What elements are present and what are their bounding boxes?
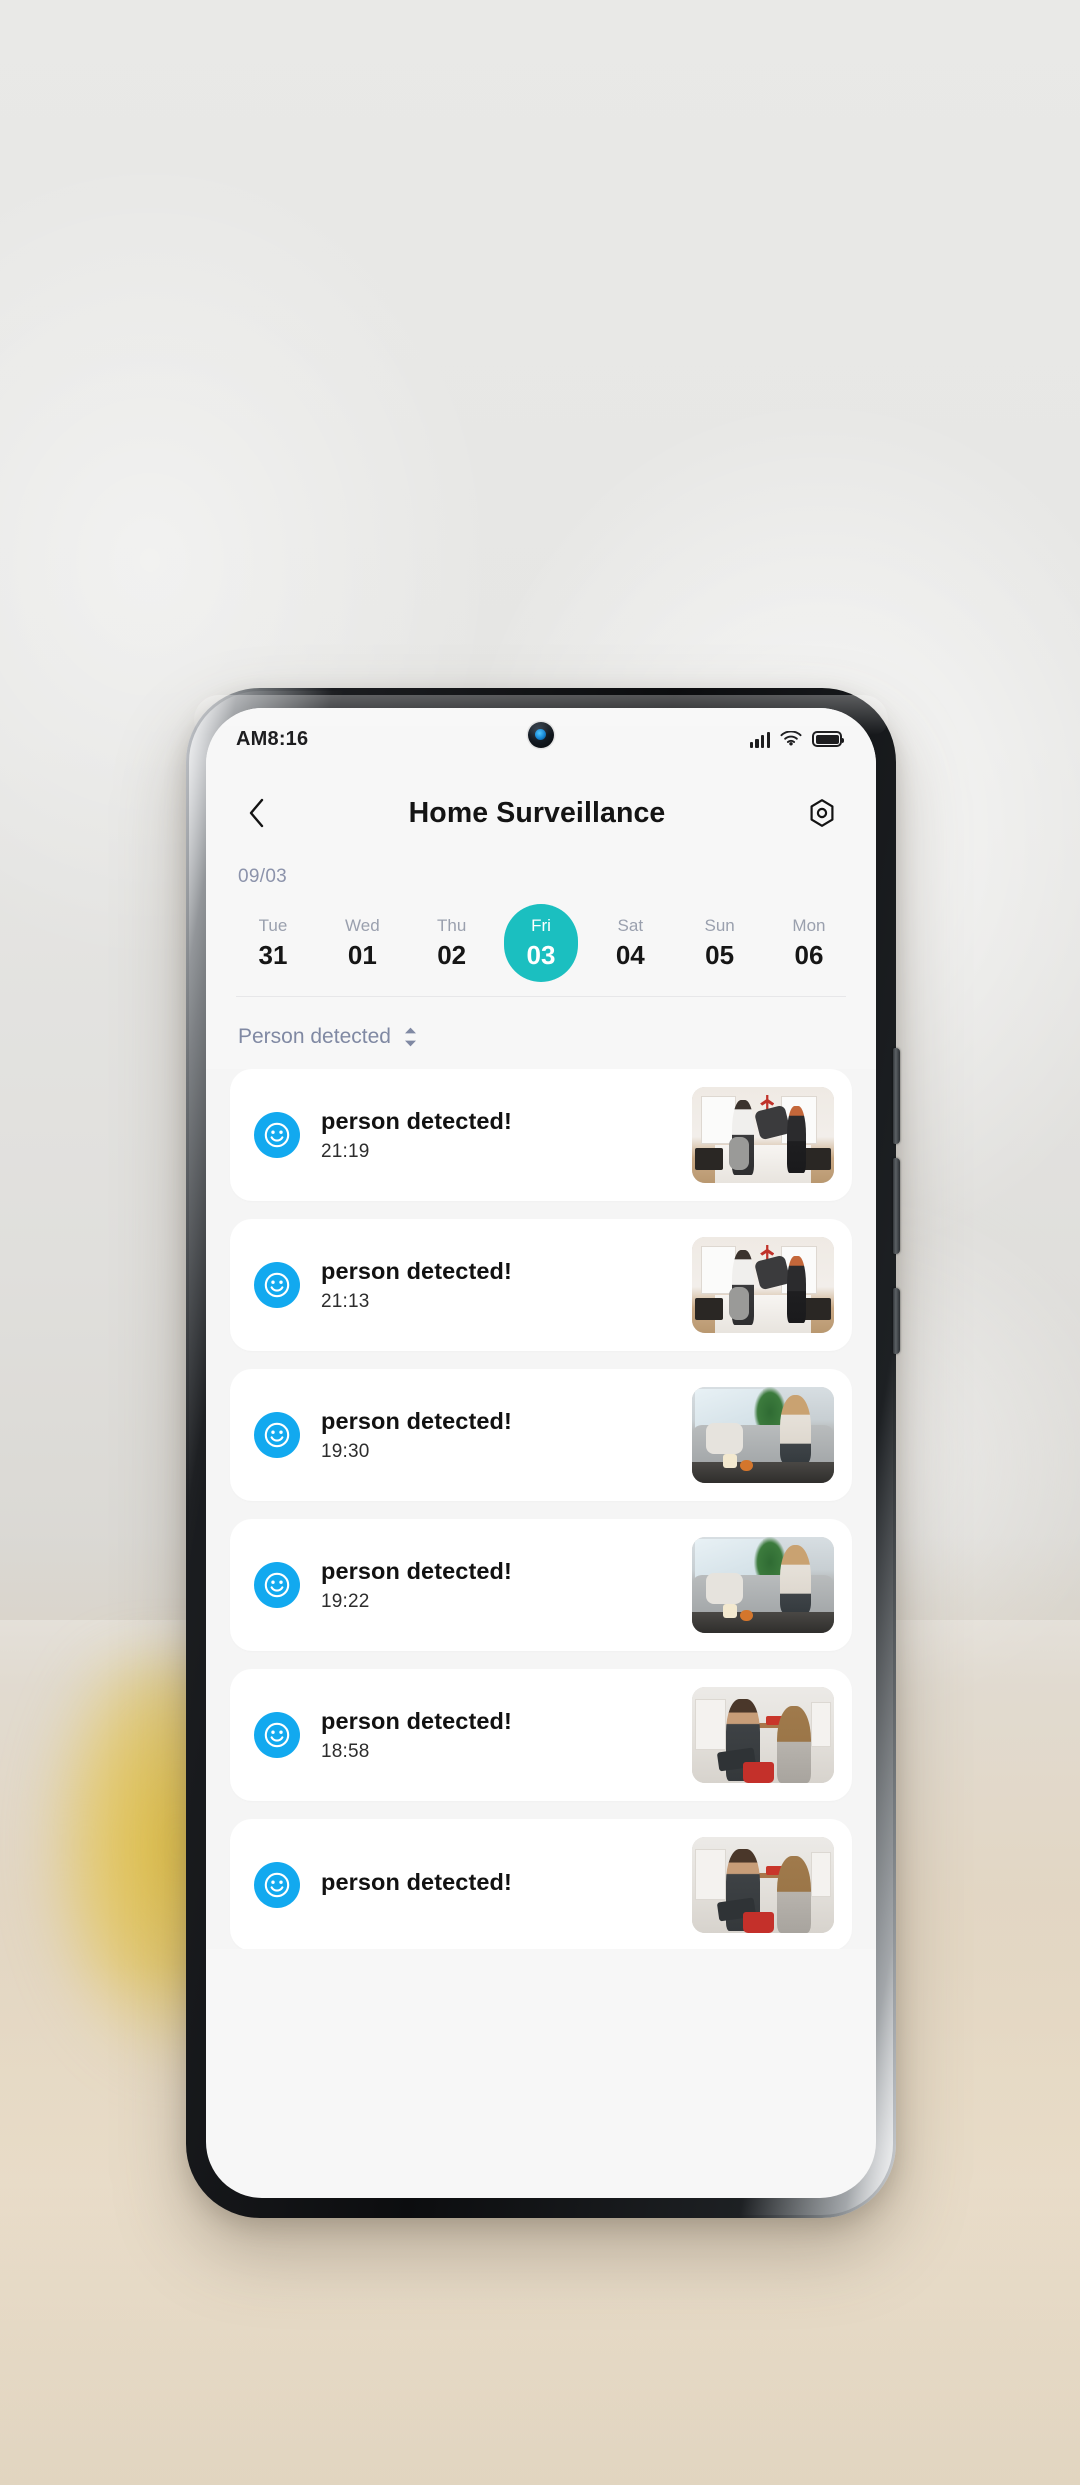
event-thumbnail[interactable] [692, 1387, 834, 1483]
event-card[interactable]: person detected! 19:22 [230, 1519, 852, 1651]
event-card[interactable]: person detected! 18:58 [230, 1669, 852, 1801]
status-icons [749, 730, 844, 748]
event-text: person detected! 19:22 [300, 1557, 692, 1612]
event-card[interactable]: person detected! 21:19 [230, 1069, 852, 1201]
status-time: AM8:16 [236, 727, 309, 750]
day-cell-tue-31[interactable]: Tue 31 [236, 904, 310, 982]
event-text: person detected! 18:58 [300, 1707, 692, 1762]
battery-icon [812, 731, 844, 747]
day-of-week: Mon [792, 915, 826, 935]
wifi-icon [780, 730, 802, 746]
event-card[interactable]: person detected! 21:13 [230, 1219, 852, 1351]
filter-selector[interactable]: Person detected [206, 997, 876, 1069]
day-number: 05 [705, 939, 735, 970]
event-time: 19:22 [321, 1590, 370, 1612]
event-title: person detected! [321, 1558, 512, 1585]
day-of-week: Tue [258, 915, 288, 935]
smiley-face-icon [254, 1562, 300, 1608]
day-cell-sat-04[interactable]: Sat 04 [593, 904, 667, 982]
event-text: person detected! 21:19 [300, 1107, 692, 1162]
chevron-left-icon [249, 798, 264, 828]
back-button[interactable] [236, 793, 276, 833]
day-cell-wed-01[interactable]: Wed 01 [325, 904, 399, 982]
smiley-face-icon [254, 1112, 300, 1158]
event-time: 18:58 [321, 1740, 370, 1762]
hex-settings-icon [810, 799, 834, 827]
phone-screen: AM8:16 Home Surveillance 09/03 Tue 31 We… [206, 708, 876, 2198]
event-thumbnail[interactable] [692, 1537, 834, 1633]
day-row: Tue 31 Wed 01 Thu 02 Fri 03 Sat 04 Sun 0… [236, 904, 846, 996]
page-title: Home Surveillance [408, 796, 666, 829]
day-of-week: Wed [345, 915, 380, 935]
event-card[interactable]: person detected! 19:30 [230, 1369, 852, 1501]
event-title: person detected! [321, 1258, 512, 1285]
signal-icon [749, 731, 770, 748]
power-button[interactable] [893, 1288, 900, 1354]
event-thumbnail[interactable] [692, 1837, 834, 1933]
event-card[interactable]: person detected! [230, 1819, 852, 1949]
day-of-week: Fri [531, 915, 551, 935]
status-bar: AM8:16 [206, 708, 876, 770]
background-bottom-shadow [0, 2185, 1080, 2485]
settings-button[interactable] [802, 793, 842, 833]
day-of-week: Thu [437, 915, 467, 935]
smiley-face-icon [254, 1262, 300, 1308]
event-thumbnail[interactable] [692, 1687, 834, 1783]
day-cell-thu-02[interactable]: Thu 02 [415, 904, 489, 982]
event-title: person detected! [321, 1869, 512, 1896]
smiley-face-icon [254, 1712, 300, 1758]
smiley-face-icon [254, 1412, 300, 1458]
event-text: person detected! [300, 1868, 692, 1901]
month-label: 09/03 [238, 866, 288, 887]
volume-down-button[interactable] [893, 1158, 900, 1254]
day-number: 06 [794, 939, 824, 970]
day-number: 01 [347, 939, 377, 970]
chevron-updown-icon [404, 1027, 416, 1047]
event-thumbnail[interactable] [692, 1237, 834, 1333]
day-number: 03 [526, 939, 556, 970]
day-of-week: Sat [617, 915, 644, 935]
event-time: 19:30 [321, 1440, 370, 1462]
volume-up-button[interactable] [893, 1048, 900, 1144]
date-strip: 09/03 Tue 31 Wed 01 Thu 02 Fri 03 Sat 04… [206, 856, 876, 996]
day-of-week: Sun [704, 915, 735, 935]
event-text: person detected! 19:30 [300, 1407, 692, 1462]
day-number: 31 [258, 939, 288, 970]
day-cell-mon-06[interactable]: Mon 06 [772, 904, 846, 982]
day-number: 04 [615, 939, 645, 970]
event-thumbnail[interactable] [692, 1087, 834, 1183]
front-camera-punch-hole [528, 722, 554, 748]
phone-device: AM8:16 Home Surveillance 09/03 Tue 31 We… [186, 688, 900, 2218]
day-cell-sun-05[interactable]: Sun 05 [683, 904, 757, 982]
event-title: person detected! [321, 1108, 512, 1135]
day-number: 02 [437, 939, 467, 970]
filter-label: Person detected [238, 1025, 391, 1048]
event-title: person detected! [321, 1708, 512, 1735]
scene-background: AM8:16 Home Surveillance 09/03 Tue 31 We… [0, 0, 1080, 2485]
event-text: person detected! 21:13 [300, 1257, 692, 1312]
smiley-face-icon [254, 1862, 300, 1908]
day-cell-fri-03-selected[interactable]: Fri 03 [503, 904, 578, 982]
event-title: person detected! [321, 1408, 512, 1435]
event-time: 21:13 [321, 1290, 370, 1312]
app-header: Home Surveillance [206, 770, 876, 856]
event-time: 21:19 [321, 1140, 370, 1162]
event-list[interactable]: person detected! 21:19 person detected! … [206, 1069, 876, 1949]
